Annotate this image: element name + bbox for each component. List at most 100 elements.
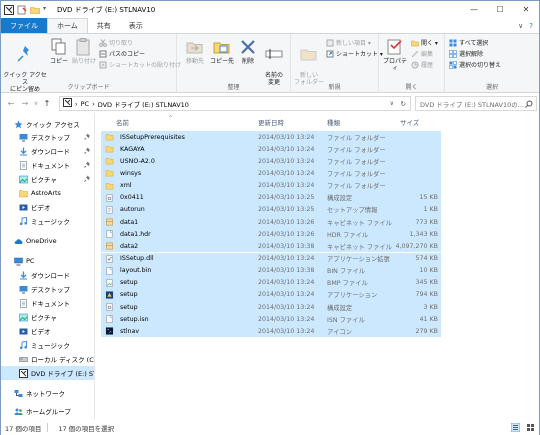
bmp-icon <box>105 278 114 287</box>
shortcut-button[interactable]: ショートカット ▾ <box>326 49 383 58</box>
address-dropdown-icon[interactable]: ∨ <box>390 100 394 107</box>
properties-button[interactable]: プロパティ <box>381 38 409 72</box>
nav-item[interactable]: ピクチャ <box>1 172 94 186</box>
details-view-icon[interactable] <box>510 422 521 433</box>
nav-item[interactable]: クイック アクセス <box>1 117 94 131</box>
address-box[interactable]: › PC › DVD ドライブ (E:) STLNAV10 ∨ ↻ <box>59 96 411 111</box>
file-row[interactable]: 0x0411 2014/03/10 13:25 構成設定 15 KB <box>101 191 441 204</box>
minimize-button[interactable]: — <box>461 1 487 18</box>
refresh-icon[interactable]: ↻ <box>401 100 406 108</box>
copy-to-button[interactable]: コピー先 <box>209 38 235 65</box>
file-row[interactable]: data1 2014/03/10 13:26 キャビネット ファイル 773 KB <box>101 216 441 229</box>
nav-item[interactable]: ネットワーク <box>1 386 94 400</box>
file-row[interactable]: winsys 2014/03/10 13:24 ファイル フォルダー <box>101 167 441 180</box>
file-row[interactable]: ISSetupPrerequisites 2014/03/10 13:24 ファイル… <box>101 131 441 144</box>
new-item-button[interactable]: 新しい項目 ▾ <box>326 38 371 47</box>
copy-path-button[interactable]: パスのコピー <box>99 49 145 58</box>
nav-item[interactable]: PC <box>1 254 94 268</box>
item-count: 17 個の項目 <box>5 424 42 433</box>
file-row[interactable]: data1.hdr 2014/03/10 13:26 HDR ファイル 1,343 K… <box>101 228 441 241</box>
edit-button[interactable]: 編集 <box>411 49 433 58</box>
properties-qa-icon[interactable] <box>17 5 27 15</box>
forward-button[interactable]: → <box>18 99 32 108</box>
file-row[interactable]: setup 2014/03/10 13:24 アプリケーション 794 KB <box>101 288 441 302</box>
tab-view[interactable]: 表示 <box>120 18 152 33</box>
cut-button[interactable]: 切り取り <box>99 38 133 47</box>
move-to-button[interactable]: 移動先 <box>183 38 207 65</box>
column-header-size[interactable]: サイズ <box>400 115 419 129</box>
column-header-type[interactable]: 種類 <box>327 115 340 129</box>
file-type: ISN ファイル <box>327 316 365 324</box>
close-button[interactable]: ✕ <box>513 1 539 18</box>
column-header-date[interactable]: 更新日時 <box>258 115 284 129</box>
tab-share[interactable]: 共有 <box>88 18 120 33</box>
file-row[interactable]: KAGAYA 2014/03/10 13:24 ファイル フォルダー <box>101 143 441 156</box>
file-name: data2 <box>120 242 139 250</box>
nav-item[interactable]: ミュージック <box>1 214 94 228</box>
rename-button[interactable]: 名前の 変更 <box>260 38 288 86</box>
nav-item[interactable]: ドキュメント <box>1 296 94 310</box>
file-date: 2014/03/10 13:24 <box>258 145 315 153</box>
file-row[interactable]: stlnav 2014/03/10 13:24 アイコン 279 KB <box>101 325 441 338</box>
file-name: USNO-A2.0 <box>120 157 155 165</box>
file-row[interactable]: USNO-A2.0 2014/03/10 13:24 ファイル フォルダー <box>101 155 441 168</box>
window-title: DVD ドライブ (E:) STLNAV10 <box>57 5 156 14</box>
file-row[interactable]: xml 2014/03/10 13:24 ファイル フォルダー <box>101 179 441 192</box>
copy-button[interactable]: コピー <box>48 38 70 65</box>
nav-item[interactable]: ミュージック <box>1 338 94 352</box>
up-button[interactable]: ↑ <box>40 99 54 108</box>
nav-item[interactable]: デスクトップ <box>1 282 94 296</box>
tab-home[interactable]: ホーム <box>47 18 88 33</box>
nav-item[interactable]: デスクトップ <box>1 130 94 144</box>
file-row[interactable]: ISSetup.dll 2014/03/10 13:24 アプリケーション拡張 574… <box>101 252 441 265</box>
large-icons-view-icon[interactable] <box>526 423 535 432</box>
nav-item-label: OneDrive <box>26 237 57 245</box>
help-icon[interactable]: ? <box>529 22 533 30</box>
file-row[interactable]: setup.isn 2014/03/10 13:24 ISN ファイル 41 KB <box>101 313 441 326</box>
paste-button[interactable]: 貼り付け <box>71 38 97 65</box>
nav-item[interactable]: ローカル ディスク (C:) <box>1 352 94 366</box>
open-icon <box>411 39 419 47</box>
invert-selection-icon <box>449 60 457 69</box>
invert-selection-button[interactable]: 選択の切り替え <box>449 60 501 69</box>
qa-dropdown-icon[interactable]: ▾ <box>43 5 49 15</box>
nav-item[interactable]: ダウンロード <box>1 268 94 282</box>
nav-item[interactable]: ドキュメント <box>1 158 94 172</box>
nav-item[interactable]: ビデオ <box>1 200 94 214</box>
file-size: 345 KB <box>415 279 438 287</box>
file-row[interactable]: setup 2014/03/10 13:24 BMP ファイル 345 KB <box>101 276 441 289</box>
file-name: setup <box>120 303 138 311</box>
select-all-icon <box>449 39 457 47</box>
delete-button[interactable]: 削除 <box>237 38 259 65</box>
back-button[interactable]: ← <box>4 99 18 108</box>
nav-item[interactable]: ホームグループ <box>1 404 94 418</box>
file-row[interactable]: data2 2014/03/10 13:38 キャビネット ファイル 4,097,27… <box>101 240 441 253</box>
nav-item[interactable]: ビデオ <box>1 324 94 338</box>
music-icon <box>19 340 28 350</box>
new-folder-button[interactable]: 新しい フォルダー <box>293 38 325 86</box>
ribbon-collapse-icon[interactable]: ∨ <box>518 22 523 30</box>
column-header-name[interactable]: 名前 <box>116 115 129 129</box>
select-none-button[interactable]: 選択解除 <box>449 49 483 58</box>
open-button[interactable]: 開く ▾ <box>411 38 438 47</box>
tab-file[interactable]: ファイル <box>1 18 47 33</box>
nav-item[interactable]: ピクチャ <box>1 310 94 324</box>
file-row[interactable]: setup 2014/03/10 13:24 構成設定 3 KB <box>101 301 441 314</box>
paste-shortcut-button[interactable]: ショートカットの貼り付け <box>99 60 181 69</box>
nav-item[interactable]: AstroArts <box>1 186 94 200</box>
search-input[interactable]: DVD ドライブ (E:) STLNAV10の... <box>415 96 537 111</box>
breadcrumb-pc[interactable]: PC <box>81 100 89 108</box>
file-row[interactable]: layout.bin 2014/03/10 13:38 BIN ファイル 10 KB <box>101 264 441 277</box>
new-folder-qa-icon[interactable] <box>30 5 40 15</box>
nav-item[interactable]: OneDrive <box>1 234 94 248</box>
picture-icon <box>19 175 28 184</box>
breadcrumb-dvd[interactable]: DVD ドライブ (E:) STLNAV10 <box>98 99 189 109</box>
select-all-button[interactable]: すべて選択 <box>449 38 488 47</box>
nav-item[interactable]: ダウンロード <box>1 144 94 158</box>
nav-item-label: ミュージック <box>31 218 70 226</box>
history-button[interactable]: 履歴 <box>411 60 433 69</box>
file-row[interactable]: autorun 2014/03/10 13:25 セットアップ情報 1 KB <box>101 203 441 216</box>
recent-locations-button[interactable]: ∨ <box>32 100 40 107</box>
maximize-button[interactable]: ☐ <box>487 1 513 18</box>
nav-item[interactable]: DVD ドライブ (E:) STLI <box>1 366 94 380</box>
